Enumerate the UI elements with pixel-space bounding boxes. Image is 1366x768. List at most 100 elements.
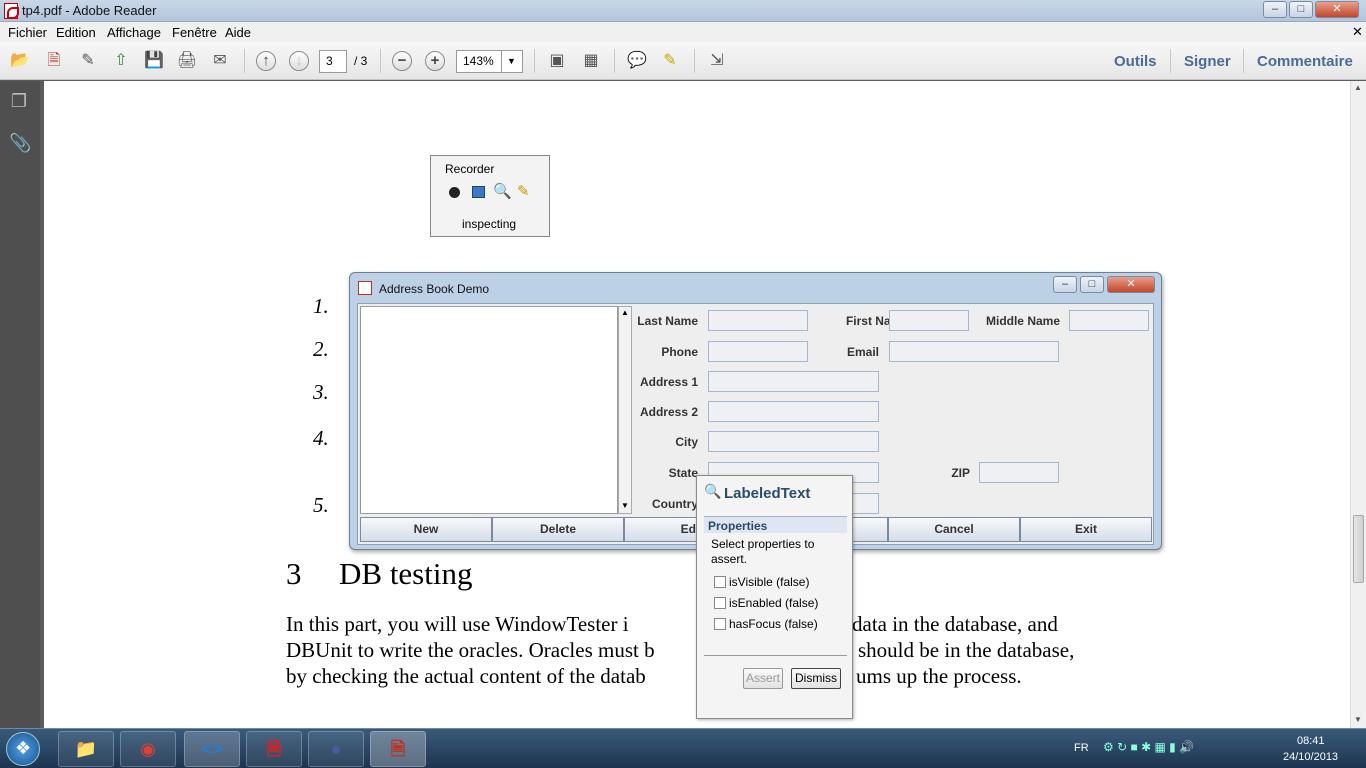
hasfocus-checkbox[interactable] [714, 618, 726, 630]
taskbar: ❖ 📁 ◉ <> 🗎 ● 🗎 FR ⚙ ↻ ■ ✱ ▦ ▮ 🔊 08:41 24… [0, 728, 1366, 768]
print-icon[interactable]: 🖨 [175, 50, 199, 72]
recorder-status: inspecting [462, 217, 517, 231]
menu-fichier[interactable]: Fichier [8, 25, 47, 40]
create-pdf-icon[interactable]: 🗎 [42, 50, 66, 72]
adobe-reader-taskbar-icon[interactable]: 🗎 [246, 731, 302, 767]
menu-aide[interactable]: Aide [225, 25, 251, 40]
record-icon[interactable] [449, 187, 460, 198]
chrome-taskbar-icon[interactable]: ◉ [120, 731, 176, 767]
code-editor-taskbar-icon[interactable]: <> [184, 731, 240, 767]
edit-icon[interactable]: ✎ [76, 50, 100, 72]
isenabled-checkbox[interactable] [714, 597, 726, 609]
recorder-panel: Recorder 🔍 ✎ inspecting [430, 155, 550, 237]
email-field[interactable] [889, 341, 1059, 362]
vertical-scrollbar[interactable]: ▲ ▼ [1350, 81, 1366, 728]
last-name-field[interactable] [708, 310, 808, 331]
separator [1243, 49, 1244, 73]
window-icon[interactable] [472, 186, 485, 198]
labeled-text-popup: 🔍 LabeledText Properties Select properti… [696, 475, 853, 719]
middle-name-field[interactable] [1069, 310, 1149, 331]
paragraph-line: DBUnit to write the oracles. Oracles mus… [286, 638, 655, 662]
eclipse-taskbar-icon[interactable]: ● [308, 731, 364, 767]
address2-field[interactable] [708, 401, 879, 422]
highlight-icon[interactable]: ✎ [658, 50, 682, 72]
page-total: / 3 [354, 54, 368, 68]
menu-edition[interactable]: Edition [56, 25, 96, 40]
zoom-out-icon[interactable]: − [392, 51, 412, 71]
separator [1170, 49, 1171, 73]
list-number: 4. [313, 426, 329, 450]
middle-name-label: Middle Name [985, 314, 1060, 328]
signer-button[interactable]: Signer [1184, 53, 1231, 70]
attachments-icon[interactable]: 📎 [9, 133, 31, 153]
left-navigation-panel: ❐ 📎 [0, 81, 40, 728]
separator [380, 49, 381, 73]
commentaire-button[interactable]: Commentaire [1257, 53, 1353, 70]
separator [614, 49, 615, 73]
menu-affichage[interactable]: Affichage [107, 25, 161, 40]
last-name-label: Last Name [637, 314, 698, 328]
clock-time[interactable]: 08:41 [1297, 735, 1325, 747]
upload-icon[interactable]: ⇧ [109, 50, 133, 72]
inspect-icon: 🔍 [704, 483, 722, 499]
clock-date[interactable]: 24/10/2013 [1283, 751, 1338, 763]
paragraph-line: ums up the process. [856, 664, 1022, 688]
fit-page-icon[interactable]: ▣ [545, 50, 569, 72]
scroll-thumb[interactable] [1353, 515, 1364, 583]
save-icon[interactable]: 💾 [142, 50, 166, 72]
next-page-icon[interactable]: ↓ [289, 51, 309, 71]
zoom-dropdown-icon[interactable]: ▼ [501, 50, 523, 73]
zoom-in-icon[interactable]: + [425, 51, 445, 71]
fullscreen-icon[interactable]: ⇲ [705, 50, 729, 72]
city-field[interactable] [708, 431, 879, 452]
ab-close-button[interactable]: ✕ [1107, 276, 1155, 293]
pages-icon[interactable]: ❐ [9, 91, 29, 111]
section-number: 3 [286, 556, 302, 591]
cancel-button[interactable]: Cancel [888, 517, 1020, 542]
previous-page-icon[interactable]: ↑ [256, 51, 276, 71]
adobe-reader-icon [4, 3, 19, 19]
list-number: 1. [313, 294, 329, 318]
address1-field[interactable] [708, 371, 879, 392]
assert-button[interactable]: Assert [743, 668, 783, 689]
menu-fenetre[interactable]: Fenêtre [172, 25, 217, 40]
outils-button[interactable]: Outils [1114, 53, 1157, 70]
zoom-input[interactable]: 143% [456, 50, 502, 73]
popup-description: Select properties to assert. [711, 537, 815, 566]
close-document-icon[interactable]: ✕ [1352, 24, 1363, 40]
email-icon[interactable]: ✉ [208, 50, 232, 72]
ab-maximize-button[interactable]: □ [1080, 276, 1104, 293]
first-name-field[interactable] [889, 310, 969, 331]
language-indicator[interactable]: FR [1074, 742, 1089, 754]
maximize-button[interactable]: □ [1289, 1, 1313, 18]
explorer-taskbar-icon[interactable]: 📁 [58, 731, 114, 767]
paragraph-line: In this part, you will use WindowTester … [286, 612, 629, 636]
open-icon[interactable]: 📂 [8, 50, 32, 72]
minimize-button[interactable]: – [1263, 1, 1287, 18]
scroll-down-icon[interactable]: ▼ [1354, 715, 1362, 724]
comment-icon[interactable]: 💬 [625, 50, 649, 72]
zip-field[interactable] [979, 462, 1059, 483]
start-button[interactable]: ❖ [6, 732, 40, 766]
page-number-input[interactable]: 3 [319, 50, 347, 73]
delete-button[interactable]: Delete [492, 517, 624, 542]
fit-width-icon[interactable]: ▦ [579, 50, 603, 72]
contacts-list[interactable] [360, 306, 618, 514]
close-button[interactable]: ✕ [1315, 1, 1359, 18]
toolbar: 📂 🗎 ✎ ⇧ 💾 🖨 ✉ ↑ ↓ 3 / 3 − + 143% ▼ ▣ ▦ 💬… [0, 42, 1366, 80]
assert-icon[interactable]: ✎ [517, 182, 530, 200]
scroll-up-icon[interactable]: ▲ [1354, 83, 1362, 92]
list-number: 5. [313, 493, 329, 517]
city-label: City [675, 435, 698, 449]
separator [534, 49, 535, 73]
phone-field[interactable] [708, 341, 808, 362]
paragraph-line: should be in the database, [858, 638, 1075, 662]
exit-button[interactable]: Exit [1020, 517, 1152, 542]
java-app-taskbar-icon[interactable]: 🗎 [370, 731, 426, 767]
isvisible-checkbox[interactable] [714, 576, 726, 588]
tray-icons[interactable]: ⚙ ↻ ■ ✱ ▦ ▮ 🔊 [1103, 740, 1194, 754]
inspect-icon[interactable]: 🔍 [493, 182, 512, 200]
dismiss-button[interactable]: Dismiss [791, 668, 841, 689]
ab-minimize-button[interactable]: – [1053, 276, 1077, 293]
new-button[interactable]: New [360, 517, 492, 542]
